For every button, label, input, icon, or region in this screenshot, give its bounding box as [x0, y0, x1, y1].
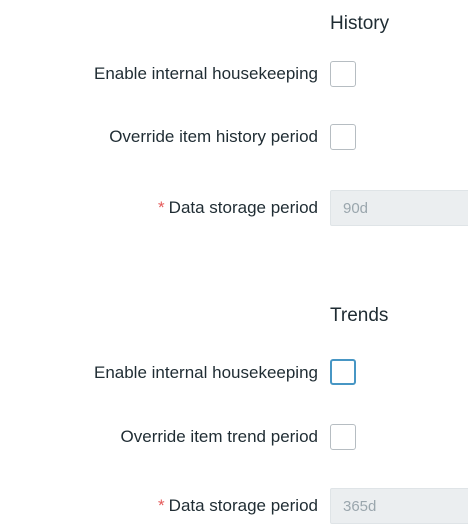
trends-enable-housekeeping-label: Enable internal housekeeping	[93, 363, 318, 382]
trends-storage-period-input[interactable]	[330, 488, 468, 524]
history-enable-housekeeping-checkbox[interactable]	[330, 61, 356, 87]
trends-override-period-checkbox[interactable]	[330, 424, 356, 450]
history-storage-period-label-text: Data storage period	[168, 198, 318, 217]
history-storage-period-input[interactable]	[330, 190, 468, 226]
trends-storage-period-label: * Data storage period	[158, 497, 318, 514]
history-enable-housekeeping-label: Enable internal housekeeping	[93, 64, 318, 83]
trends-section-title: Trends	[330, 305, 389, 326]
required-asterisk: *	[158, 198, 165, 217]
history-storage-period-label: * Data storage period	[158, 199, 318, 216]
history-section-title: History	[330, 13, 390, 34]
history-override-period-label: Override item history period	[109, 127, 318, 146]
required-asterisk: *	[158, 496, 165, 515]
trends-enable-housekeeping-checkbox[interactable]	[330, 359, 356, 385]
trends-override-period-label: Override item trend period	[120, 427, 318, 446]
history-override-period-checkbox[interactable]	[330, 124, 356, 150]
trends-storage-period-label-text: Data storage period	[168, 496, 318, 515]
